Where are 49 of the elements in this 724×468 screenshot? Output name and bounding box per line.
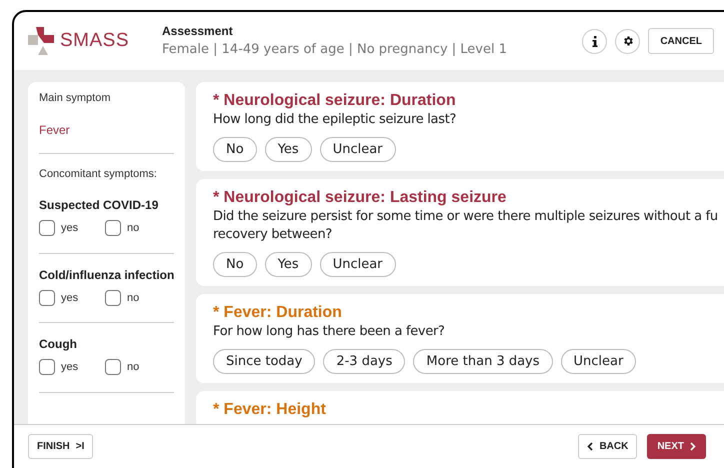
checkbox-label: yes — [61, 290, 78, 306]
checkbox[interactable] — [39, 359, 55, 376]
chevron-right-icon — [690, 442, 696, 451]
answer-option[interactable]: Yes — [264, 252, 312, 277]
info-button[interactable] — [582, 28, 608, 54]
answer-option[interactable]: No — [213, 137, 257, 162]
question-text: Did the seizure persist for some time or were there multiple seizures without a fu — [213, 208, 719, 226]
answer-option[interactable]: Yes — [264, 137, 312, 162]
symptom-name: Cough — [39, 336, 78, 353]
patient-summary: Female | 14-49 years of age | No pregnancy | Level 1 — [162, 41, 508, 60]
question-title: * Neurological seizure: Lasting seizure — [213, 188, 508, 208]
question-text: For how long has there been a fever? — [213, 323, 446, 341]
question-text: recovery between? — [213, 226, 334, 244]
checkbox[interactable] — [105, 220, 121, 236]
answer-option[interactable]: Unclear — [320, 252, 396, 277]
answer-option[interactable]: Since today — [213, 349, 316, 374]
question-title: * Fever: Height — [213, 400, 327, 420]
next-button[interactable]: NEXT — [647, 434, 706, 459]
back-button[interactable]: BACK — [578, 434, 638, 459]
checkbox-label: no — [127, 290, 140, 306]
answer-option[interactable]: No — [213, 252, 257, 277]
checkbox[interactable] — [105, 290, 121, 306]
checkbox[interactable] — [105, 359, 121, 376]
checkbox-label: yes — [61, 221, 78, 236]
answer-option[interactable]: Unclear — [320, 137, 396, 162]
main-symptom-label: Main symptom — [39, 91, 112, 106]
checkbox[interactable] — [39, 220, 55, 236]
question-title: * Fever: Duration — [213, 303, 343, 323]
answer-option[interactable]: More than 3 days — [413, 349, 553, 374]
checkbox-label: no — [127, 360, 140, 375]
info-icon — [592, 36, 598, 46]
logo-text: SMASS — [60, 28, 130, 53]
concomitant-label: Concomitant symptoms: — [39, 166, 158, 182]
cancel-button[interactable]: CANCEL — [648, 28, 714, 54]
checkbox-label: no — [127, 221, 140, 236]
main-symptom-value: Fever — [39, 122, 71, 138]
chevron-left-icon — [587, 442, 594, 451]
question-text: How long did the epileptic seizure last? — [213, 111, 458, 129]
symptom-name: Suspected COVID-19 — [39, 197, 160, 214]
checkbox[interactable] — [39, 290, 55, 306]
settings-button[interactable] — [615, 28, 640, 54]
symptom-name: Cold/influenza infection — [39, 266, 174, 284]
settings-icon — [622, 35, 634, 47]
finish-button[interactable]: FINISH >I — [28, 434, 94, 459]
answer-option[interactable]: Unclear — [560, 349, 636, 374]
page-title: Assessment — [162, 23, 234, 40]
question-title: * Neurological seizure: Duration — [213, 91, 457, 111]
checkbox-label: yes — [61, 360, 78, 375]
answer-option[interactable]: 2-3 days — [323, 349, 406, 374]
